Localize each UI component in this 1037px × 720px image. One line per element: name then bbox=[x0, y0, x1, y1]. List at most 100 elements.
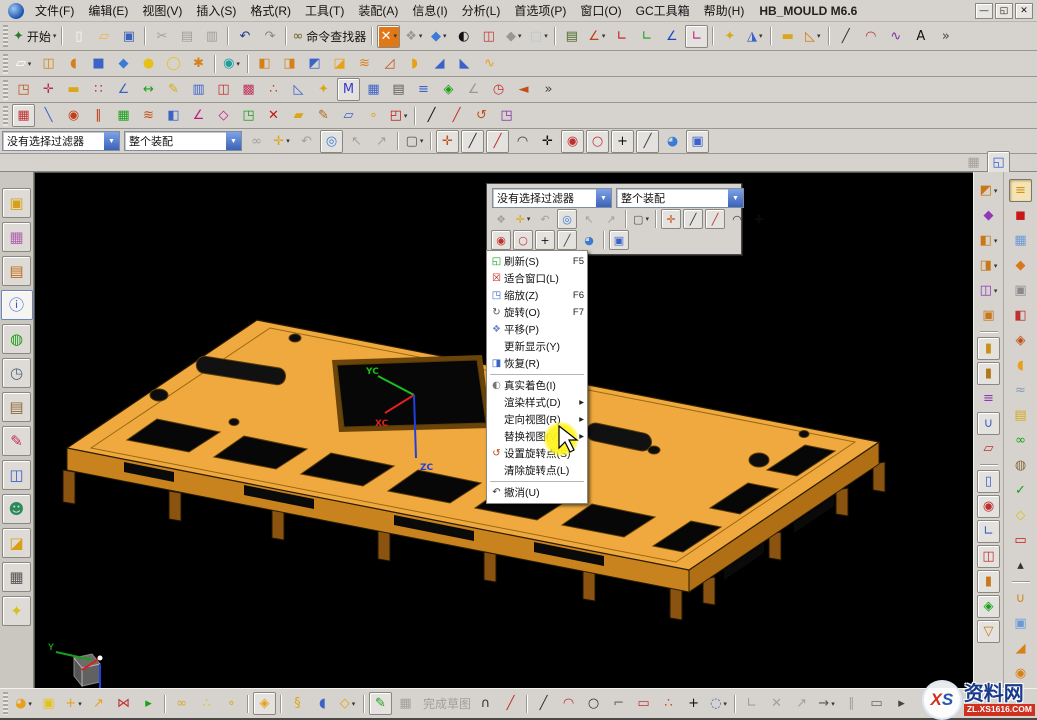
overflow-row4-button[interactable]: » bbox=[537, 78, 560, 101]
edit-section-button[interactable]: ◆▾ bbox=[502, 25, 525, 48]
cube-dd-button[interactable]: ◇▾ bbox=[336, 692, 359, 715]
dropdown-arrow-icon[interactable]: ▾ bbox=[53, 32, 57, 40]
sphere-button[interactable]: ● bbox=[137, 52, 160, 75]
snap-midpoint-button[interactable]: ╱ bbox=[486, 130, 509, 153]
ctx-fit-window[interactable]: ☒适合窗口(L) bbox=[487, 270, 587, 287]
pocket-button[interactable]: ▣ bbox=[1009, 279, 1032, 302]
chain-link-button[interactable]: § bbox=[286, 692, 309, 715]
toolbar-drag-handle[interactable] bbox=[3, 25, 8, 47]
dropdown-arrow-icon[interactable]: ▾ bbox=[602, 32, 606, 40]
unite-button[interactable]: ◧ bbox=[253, 52, 276, 75]
orange-wedge-button[interactable]: ◢ bbox=[1009, 637, 1032, 660]
rgb-button[interactable]: ∴ bbox=[262, 78, 285, 101]
view-manager-button[interactable]: ▤ bbox=[560, 25, 583, 48]
dropdown-arrow-icon[interactable]: ▾ bbox=[420, 137, 424, 145]
mate-button[interactable]: ∞ bbox=[170, 692, 193, 715]
dropdown-arrow-icon[interactable]: ▾ bbox=[994, 237, 998, 245]
cube-button[interactable]: ◆ bbox=[112, 52, 135, 75]
cube-pair-button[interactable]: ◈ bbox=[437, 78, 460, 101]
notebook-button[interactable]: ▣ bbox=[686, 130, 709, 153]
redo-button[interactable]: ↷ bbox=[258, 25, 281, 48]
ctx-rotate[interactable]: ↻旋转(O)F7 bbox=[487, 304, 587, 321]
effects-tab[interactable]: ✦ bbox=[2, 596, 31, 626]
snap-handles-button[interactable]: ✛ bbox=[436, 130, 459, 153]
sk-ellipse-button[interactable]: ◌▾ bbox=[707, 692, 730, 715]
ejector-tool-1[interactable]: ▯ bbox=[977, 470, 1000, 493]
dropdown-arrow-icon[interactable]: ▾ bbox=[404, 112, 408, 120]
menu-tools[interactable]: 工具(T) bbox=[298, 0, 351, 21]
profile-button[interactable]: ∩ bbox=[474, 692, 497, 715]
mold-tool-split[interactable]: ◆ bbox=[977, 204, 1000, 227]
ctx-orient-view[interactable]: 定向视图(R)▸ bbox=[487, 411, 587, 428]
ctx-render-style[interactable]: 渲染样式(D)▸ bbox=[487, 394, 587, 411]
ejector-tool-4[interactable]: ◫ bbox=[977, 545, 1000, 568]
wave-link-button[interactable]: ≈ bbox=[1009, 379, 1032, 402]
ejector-tool-5[interactable]: ▮ bbox=[977, 570, 1000, 593]
dropdown-arrow-icon[interactable]: ▾ bbox=[518, 32, 522, 40]
ctx-true-shading[interactable]: ◐真实着色(I) bbox=[487, 377, 587, 394]
open-button[interactable]: ▱ bbox=[92, 25, 115, 48]
annotate-button[interactable]: ✎ bbox=[162, 78, 185, 101]
chevron-down-icon[interactable]: ▼ bbox=[226, 132, 241, 150]
dropdown-arrow-icon[interactable]: ▾ bbox=[393, 32, 397, 40]
broom-button[interactable]: ✎ bbox=[312, 104, 335, 127]
mini-marquee-button[interactable]: ▢▾ bbox=[631, 209, 651, 229]
draft-button[interactable]: ◿ bbox=[378, 52, 401, 75]
pin-tool-2[interactable]: ▮ bbox=[977, 362, 1000, 385]
list-button[interactable]: ≡ bbox=[412, 78, 435, 101]
sk-points-button[interactable]: ∴ bbox=[657, 692, 680, 715]
key-button[interactable]: ✦ bbox=[718, 25, 741, 48]
chevron-down-icon[interactable]: ▼ bbox=[728, 189, 743, 207]
command-finder-button[interactable]: ∞命令查找器 bbox=[291, 25, 367, 48]
grid-button[interactable]: ▦ bbox=[12, 104, 35, 127]
snap-face-button[interactable]: ◕ bbox=[661, 130, 684, 153]
pan-button[interactable]: ❖▾ bbox=[402, 25, 425, 48]
pen-color-tab[interactable]: ✎ bbox=[2, 426, 31, 456]
text-curve-button[interactable]: A bbox=[909, 25, 932, 48]
dropdown-arrow-icon[interactable]: ▾ bbox=[527, 215, 531, 223]
graphics-viewport[interactable]: YC XC ZC Y Z 没有选择过滤器 ▼ bbox=[34, 172, 973, 688]
grid-colors-button[interactable]: ▩ bbox=[237, 78, 260, 101]
history-page-tab[interactable]: ◍ bbox=[2, 324, 31, 354]
parallel-button[interactable]: ∥ bbox=[87, 104, 110, 127]
spline-curve-button[interactable]: ∿ bbox=[884, 25, 907, 48]
measure-distance-button[interactable]: ▬ bbox=[776, 25, 799, 48]
add-yellow-button[interactable]: ✛▾ bbox=[270, 130, 293, 153]
chevron-down-icon[interactable]: ▼ bbox=[104, 132, 119, 150]
thicken-button[interactable]: ◣ bbox=[453, 52, 476, 75]
dropdown-arrow-icon[interactable]: ▾ bbox=[994, 287, 998, 295]
table-button[interactable]: ▤ bbox=[387, 78, 410, 101]
ctx-set-rotate-point[interactable]: ↺设置旋转点(S) bbox=[487, 445, 587, 462]
red-cube-button[interactable]: ◼ bbox=[1009, 204, 1032, 227]
csys-orient-button[interactable]: ∟ bbox=[685, 25, 708, 48]
mold-plates-button[interactable]: ≡ bbox=[1009, 179, 1032, 202]
background-button[interactable]: ▢▾ bbox=[527, 25, 550, 48]
fit-view-button[interactable]: ✕▾ bbox=[377, 25, 400, 48]
add-component-button[interactable]: +▾ bbox=[62, 692, 85, 715]
ejector-tool-2[interactable]: ◉ bbox=[977, 495, 1000, 518]
selection-filter-combo[interactable]: 没有选择过滤器 ▼ bbox=[2, 131, 120, 151]
csys-dropdown-button[interactable]: ∠▾ bbox=[585, 25, 608, 48]
mini-snap-cross-button[interactable]: ✛ bbox=[749, 209, 769, 229]
ring-button[interactable]: ◍ bbox=[1009, 454, 1032, 477]
red-frame-button[interactable]: ◰▾ bbox=[387, 104, 410, 127]
mini-notebook-button[interactable]: ▣ bbox=[609, 230, 629, 250]
dropdown-arrow-icon[interactable]: ▾ bbox=[28, 700, 32, 708]
templates-tab[interactable]: ▦ bbox=[2, 562, 31, 592]
joint-button[interactable]: ∘ bbox=[220, 692, 243, 715]
dropdown-arrow-icon[interactable]: ▾ bbox=[817, 32, 821, 40]
triangle-button[interactable]: ◺ bbox=[287, 78, 310, 101]
snap-online-button[interactable]: ╱ bbox=[636, 130, 659, 153]
pin-tool-1[interactable]: ▮ bbox=[977, 337, 1000, 360]
mini-snap-arc-button[interactable]: ◠ bbox=[727, 209, 747, 229]
ctx-pan[interactable]: ❖平移(P) bbox=[487, 321, 587, 338]
menu-format[interactable]: 格式(R) bbox=[243, 0, 298, 21]
menu-file[interactable]: 文件(F) bbox=[28, 0, 81, 21]
chevron-down-icon[interactable]: ▼ bbox=[596, 189, 611, 207]
part-navigator-tab[interactable]: ▤ bbox=[2, 256, 31, 286]
ctx-clear-rotate-point[interactable]: 清除旋转点(L) bbox=[487, 462, 587, 479]
purple-corner-button[interactable]: ◳ bbox=[495, 104, 518, 127]
block-button[interactable]: ■ bbox=[87, 52, 110, 75]
pin-plate-button[interactable]: ▦ bbox=[1009, 229, 1032, 252]
tray-button[interactable]: ∪ bbox=[1009, 587, 1032, 610]
